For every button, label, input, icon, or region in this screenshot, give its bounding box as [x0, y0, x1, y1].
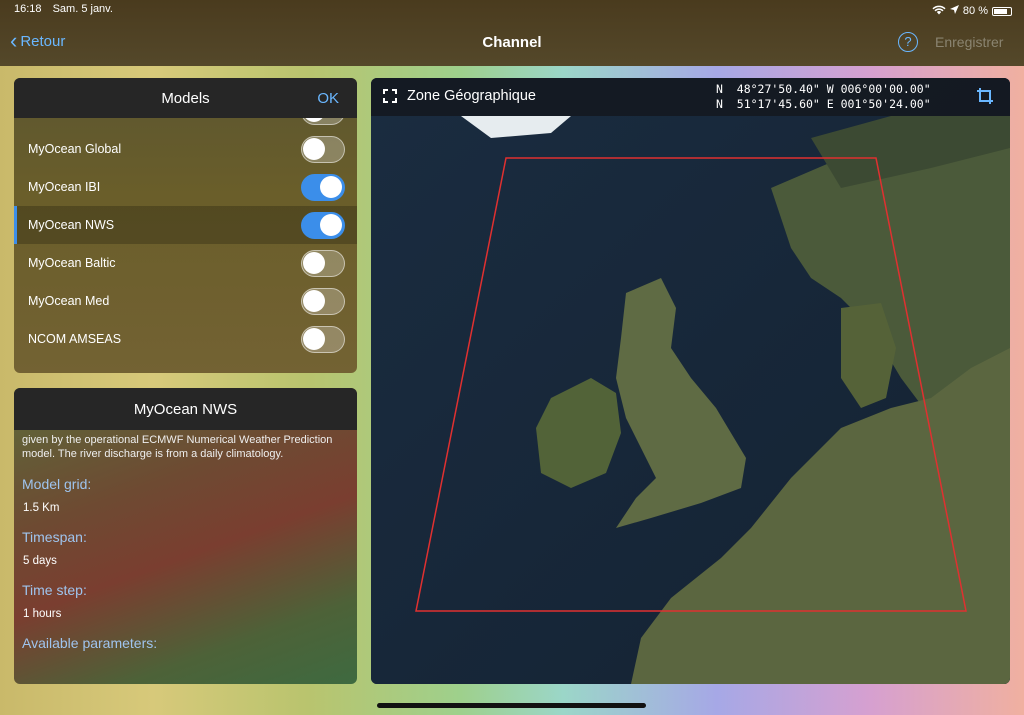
status-time: 16:18 — [14, 3, 42, 15]
help-icon[interactable]: ? — [898, 32, 918, 52]
toggle-knob — [303, 118, 325, 122]
list-item[interactable]: MyOcean Global — [14, 130, 357, 168]
timestep-value: 1 hours — [23, 608, 62, 620]
details-body[interactable]: given by the operational ECMWF Numerical… — [14, 430, 357, 651]
model-label: MyOcean NWS — [28, 218, 115, 232]
page-title: Channel — [482, 34, 542, 51]
map-header: Zone Géographique N 48°27'50.40" W 006°0… — [371, 78, 1010, 116]
save-button[interactable]: Enregistrer — [935, 34, 1003, 50]
coord-line-1: N 48°27'50.40" W 006°00'00.00" — [716, 82, 931, 96]
toggle-knob — [303, 251, 325, 274]
zone-title: Zone Géographique — [407, 88, 536, 104]
toggle-knob — [303, 137, 325, 160]
toggle-knob — [320, 175, 342, 198]
model-grid-value: 1.5 Km — [23, 502, 60, 514]
satellite-map[interactable] — [371, 78, 1010, 684]
home-indicator[interactable] — [377, 703, 646, 708]
details-header: MyOcean NWS — [14, 388, 357, 430]
model-toggle[interactable] — [301, 287, 345, 315]
details-panel: MyOcean NWS given by the operational ECM… — [14, 388, 357, 684]
frame-icon — [383, 89, 397, 103]
model-toggle[interactable] — [301, 325, 345, 353]
status-bar: 16:18 Sam. 5 janv. 80 % — [14, 3, 1012, 19]
status-date: Sam. 5 janv. — [52, 3, 113, 15]
map-panel[interactable]: Zone Géographique N 48°27'50.40" W 006°0… — [371, 78, 1010, 684]
toggle-knob — [320, 213, 342, 236]
timestep-label: Time step: — [22, 582, 87, 598]
model-label: MyOcean Med — [28, 294, 110, 308]
coordinates-readout: N 48°27'50.40" W 006°00'00.00" N 51°17'45… — [716, 82, 931, 112]
list-item[interactable]: FNMOC WW3 Global — [14, 118, 357, 130]
params-label: Available parameters: — [22, 635, 158, 651]
model-toggle[interactable] — [301, 118, 345, 125]
battery-icon — [992, 6, 1012, 16]
top-bar: 16:18 Sam. 5 janv. 80 % ‹ Retour Channel… — [0, 0, 1024, 66]
toggle-knob — [303, 327, 325, 350]
crop-icon[interactable] — [976, 87, 994, 110]
timespan-label: Timespan: — [22, 529, 87, 545]
models-title: Models — [161, 89, 210, 107]
list-item[interactable]: MyOcean IBI — [14, 168, 357, 206]
model-toggle[interactable] — [301, 135, 345, 163]
details-title: MyOcean NWS — [133, 400, 238, 418]
timespan-value: 5 days — [23, 555, 57, 567]
wifi-icon — [932, 5, 946, 18]
models-list[interactable]: FNMOC WW3 Global MyOcean Global MyOcean IB… — [14, 118, 357, 373]
location-icon — [949, 5, 959, 17]
model-description: given by the operational ECMWF Numerical… — [22, 434, 333, 460]
model-toggle[interactable] — [301, 173, 345, 201]
toggle-knob — [303, 289, 325, 312]
coord-line-2: N 51°17'45.60" E 001°50'24.00" — [716, 97, 931, 111]
models-header: Models OK — [14, 78, 357, 118]
model-label: MyOcean IBI — [28, 180, 101, 194]
model-toggle[interactable] — [301, 249, 345, 277]
models-panel: Models OK FNMOC WW3 Global MyOcean Global… — [14, 78, 357, 373]
list-item[interactable]: NCOM AMSEAS — [14, 320, 357, 358]
model-label: NCOM AMSEAS — [28, 332, 122, 346]
model-label: MyOcean Global — [28, 142, 122, 156]
list-item[interactable]: MyOcean Med — [14, 282, 357, 320]
list-item[interactable]: MyOcean NWS — [14, 206, 357, 244]
model-toggle[interactable] — [301, 211, 345, 239]
list-item[interactable]: MyOcean Baltic — [14, 244, 357, 282]
model-grid-label: Model grid: — [22, 476, 92, 492]
ok-button[interactable]: OK — [317, 90, 339, 107]
battery-percent: 80 % — [962, 5, 988, 17]
model-label: MyOcean Baltic — [28, 256, 116, 270]
